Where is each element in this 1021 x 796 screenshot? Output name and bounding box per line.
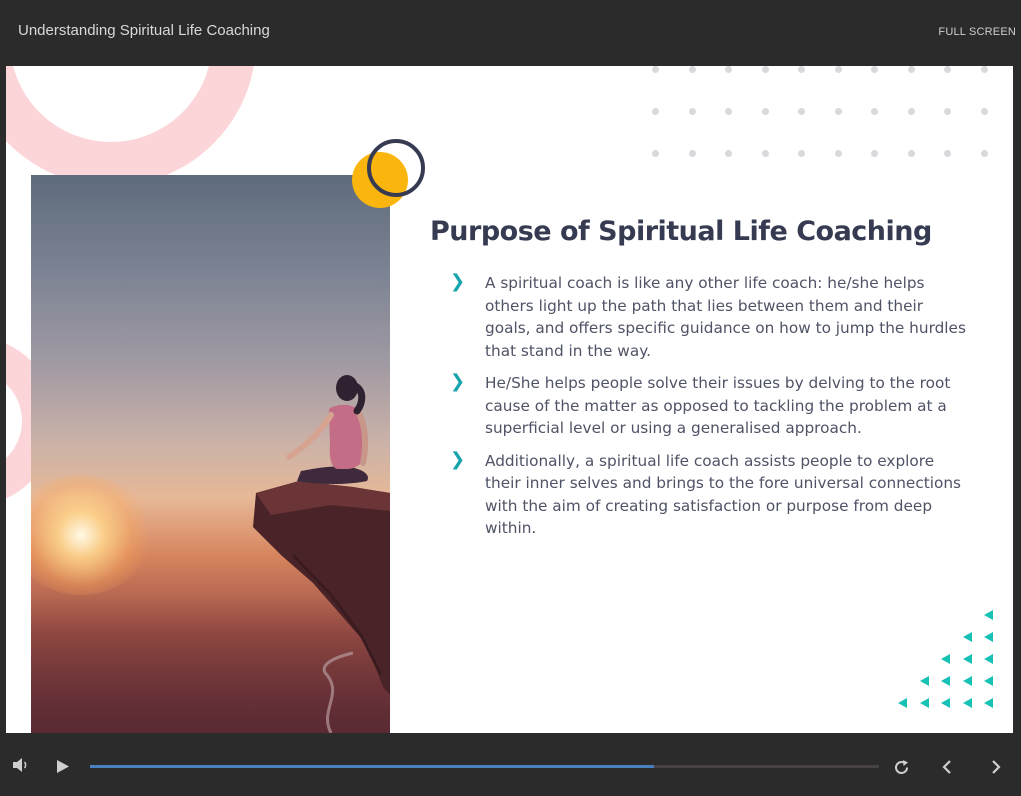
decorative-dot — [834, 108, 842, 115]
decorative-dot — [944, 150, 951, 157]
play-icon[interactable] — [56, 759, 70, 774]
decorative-triangle — [962, 698, 972, 708]
decorative-dot — [798, 108, 805, 115]
decorative-dot — [871, 150, 878, 157]
decorative-dot — [907, 66, 915, 73]
fullscreen-button[interactable]: FULL SCREEN — [938, 26, 1016, 38]
meditation-photo — [31, 175, 390, 733]
bullet-text: Additionally, a spiritual life coach ass… — [485, 451, 962, 538]
chevron-right-icon: ❯ — [450, 448, 466, 470]
decorative-triangle — [984, 610, 993, 620]
decorative-pink-arc — [6, 66, 256, 186]
decorative-dot — [725, 150, 732, 157]
bullet-text: A spiritual coach is like any other life… — [485, 274, 966, 360]
bullet-item: ❯ Additionally, a spiritual life coach a… — [450, 448, 970, 540]
bullet-item: ❯ He/She helps people solve their issues… — [450, 371, 970, 440]
decorative-dot — [688, 108, 696, 115]
progress-bar-fill — [90, 765, 655, 768]
decorative-dot — [980, 150, 988, 157]
next-icon[interactable] — [990, 759, 1002, 775]
chevron-right-icon: ❯ — [450, 371, 466, 392]
volume-icon[interactable] — [12, 757, 30, 773]
decorative-triangle — [941, 698, 950, 708]
decorative-dot — [834, 66, 842, 73]
bullet-item: ❯ A spiritual coach is like any other li… — [450, 271, 970, 362]
cliff-and-woman-illustration — [253, 375, 390, 733]
decorative-dot — [798, 66, 805, 73]
decorative-dot — [761, 150, 769, 157]
decorative-dot — [761, 108, 769, 115]
decorative-triangle — [984, 676, 993, 686]
decorative-navy-ring — [367, 139, 425, 197]
previous-icon[interactable] — [941, 759, 953, 775]
decorative-triangle — [941, 676, 950, 686]
decorative-dot — [688, 66, 696, 73]
progress-bar[interactable] — [90, 765, 879, 768]
decorative-dot — [652, 108, 659, 115]
decorative-dot — [980, 66, 988, 73]
decorative-dot — [871, 108, 878, 115]
player-controls — [0, 733, 1021, 796]
decorative-dot — [725, 108, 732, 115]
decorative-dot — [944, 108, 951, 115]
slide-canvas: Purpose of Spiritual Life Coaching ❯ A s… — [6, 66, 1013, 733]
decorative-dot — [907, 150, 915, 157]
bullet-text: He/She helps people solve their issues b… — [485, 374, 951, 437]
decorative-triangle — [984, 654, 993, 664]
decorative-dot — [725, 66, 732, 73]
decorative-dot — [834, 150, 842, 157]
decorative-triangle — [962, 676, 972, 686]
decorative-dot — [944, 66, 951, 73]
decorative-triangle — [962, 632, 972, 642]
course-title: Understanding Spiritual Life Coaching — [18, 22, 270, 39]
decorative-triangle — [898, 698, 907, 708]
decorative-triangle — [962, 654, 972, 664]
replay-icon[interactable] — [893, 759, 910, 776]
decorative-dot — [980, 108, 988, 115]
decorative-triangle — [941, 654, 950, 664]
chevron-right-icon: ❯ — [450, 271, 466, 292]
decorative-dot — [907, 108, 915, 115]
decorative-dot — [652, 66, 659, 73]
decorative-dot — [761, 66, 769, 73]
bullet-list: ❯ A spiritual coach is like any other li… — [450, 271, 970, 550]
decorative-triangle — [984, 632, 993, 642]
decorative-triangle — [919, 698, 929, 708]
decorative-triangle — [919, 676, 929, 686]
decorative-triangle — [984, 698, 993, 708]
decorative-dot — [688, 150, 696, 157]
slide-title: Purpose of Spiritual Life Coaching — [430, 216, 932, 247]
player-header: Understanding Spiritual Life Coaching FU… — [0, 0, 1021, 66]
decorative-dot — [798, 150, 805, 157]
decorative-dot — [871, 66, 878, 73]
decorative-dot-grid — [652, 66, 992, 166]
decorative-dot — [652, 150, 659, 157]
